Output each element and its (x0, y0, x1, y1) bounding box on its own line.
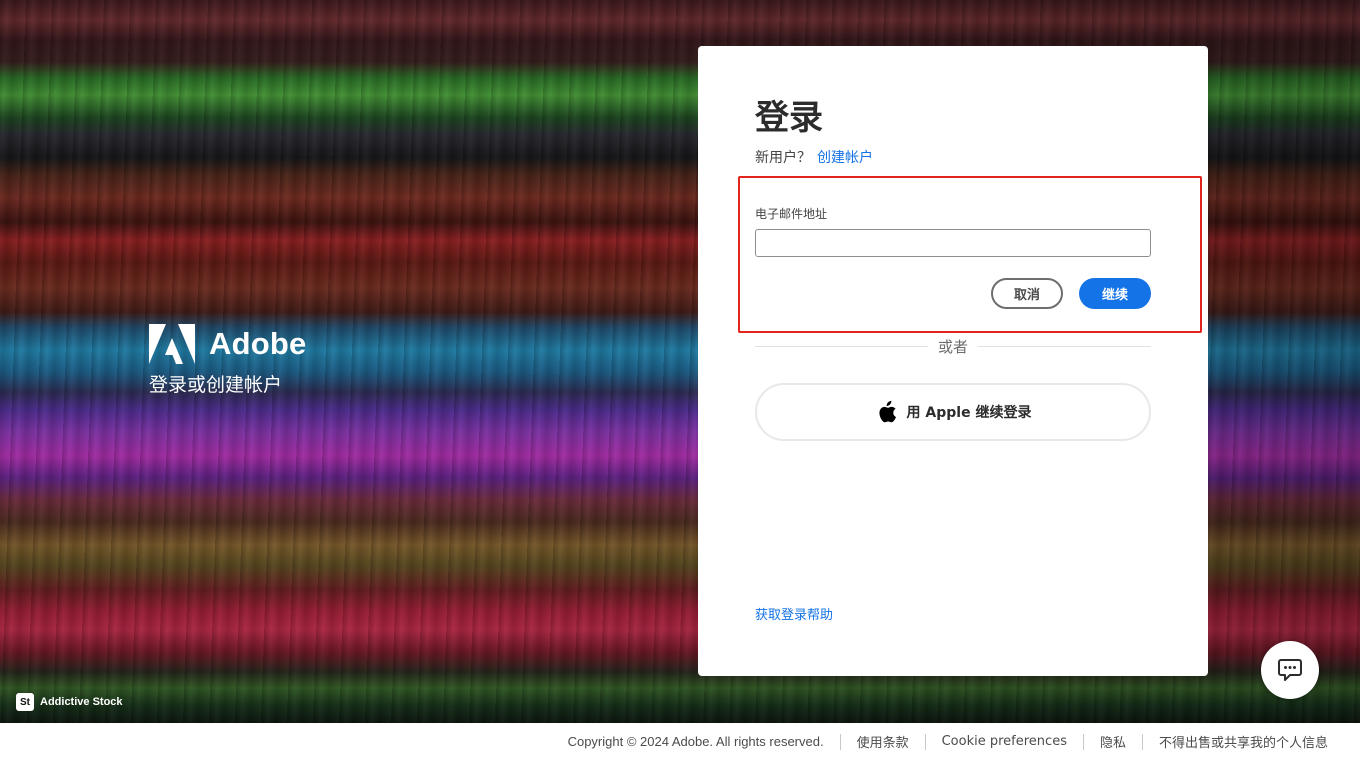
stock-badge-icon: St (16, 693, 34, 711)
brand-name: Adobe (209, 326, 307, 361)
terms-link[interactable]: 使用条款 (857, 732, 909, 751)
new-user-row: 新用户？ 创建帐户 (755, 147, 873, 167)
brand-block: Adobe 登录或创建帐户 (149, 324, 306, 397)
apple-icon (878, 400, 896, 423)
footer-separator (924, 733, 926, 750)
do-not-sell-link[interactable]: 不得出售或共享我的个人信息 (1159, 732, 1328, 751)
footer: Copyright © 2024 Adobe. All rights reser… (0, 723, 1360, 760)
brand-row: Adobe (149, 324, 306, 364)
continue-button[interactable]: 继续 (1079, 278, 1151, 309)
brand-tagline: 登录或创建帐户 (149, 374, 283, 396)
apple-signin-button[interactable]: 用 Apple 继续登录 (755, 383, 1151, 441)
chat-icon (1278, 659, 1302, 681)
privacy-link[interactable]: 隐私 (1100, 732, 1126, 751)
stock-credit-label: Addictive Stock (40, 696, 123, 708)
or-divider: 或者 (755, 336, 1151, 357)
footer-separator (1141, 733, 1143, 750)
footer-separator (1082, 733, 1084, 750)
signin-card: 登录 新用户？ 创建帐户 电子邮件地址 取消 继续 或者 用 Apple 继续登录… (698, 46, 1208, 676)
footer-separator (839, 733, 841, 750)
cancel-button[interactable]: 取消 (991, 278, 1063, 309)
email-label: 电子邮件地址 (755, 207, 828, 221)
signin-help-link[interactable]: 获取登录帮助 (755, 604, 833, 623)
stock-credit: St Addictive Stock (16, 693, 123, 711)
email-field[interactable] (755, 229, 1151, 257)
apple-signin-label: 用 Apple 继续登录 (906, 405, 1032, 421)
copyright-text: Copyright © 2024 Adobe. All rights reser… (567, 734, 824, 749)
adobe-logo-icon (149, 324, 195, 364)
cookie-preferences-link[interactable]: Cookie preferences (942, 734, 1067, 749)
new-user-prompt: 新用户？ (755, 150, 811, 166)
chat-button[interactable] (1261, 641, 1319, 699)
or-divider-text: 或者 (927, 336, 979, 357)
create-account-link[interactable]: 创建帐户 (817, 150, 873, 166)
page-title: 登录 (755, 98, 823, 138)
